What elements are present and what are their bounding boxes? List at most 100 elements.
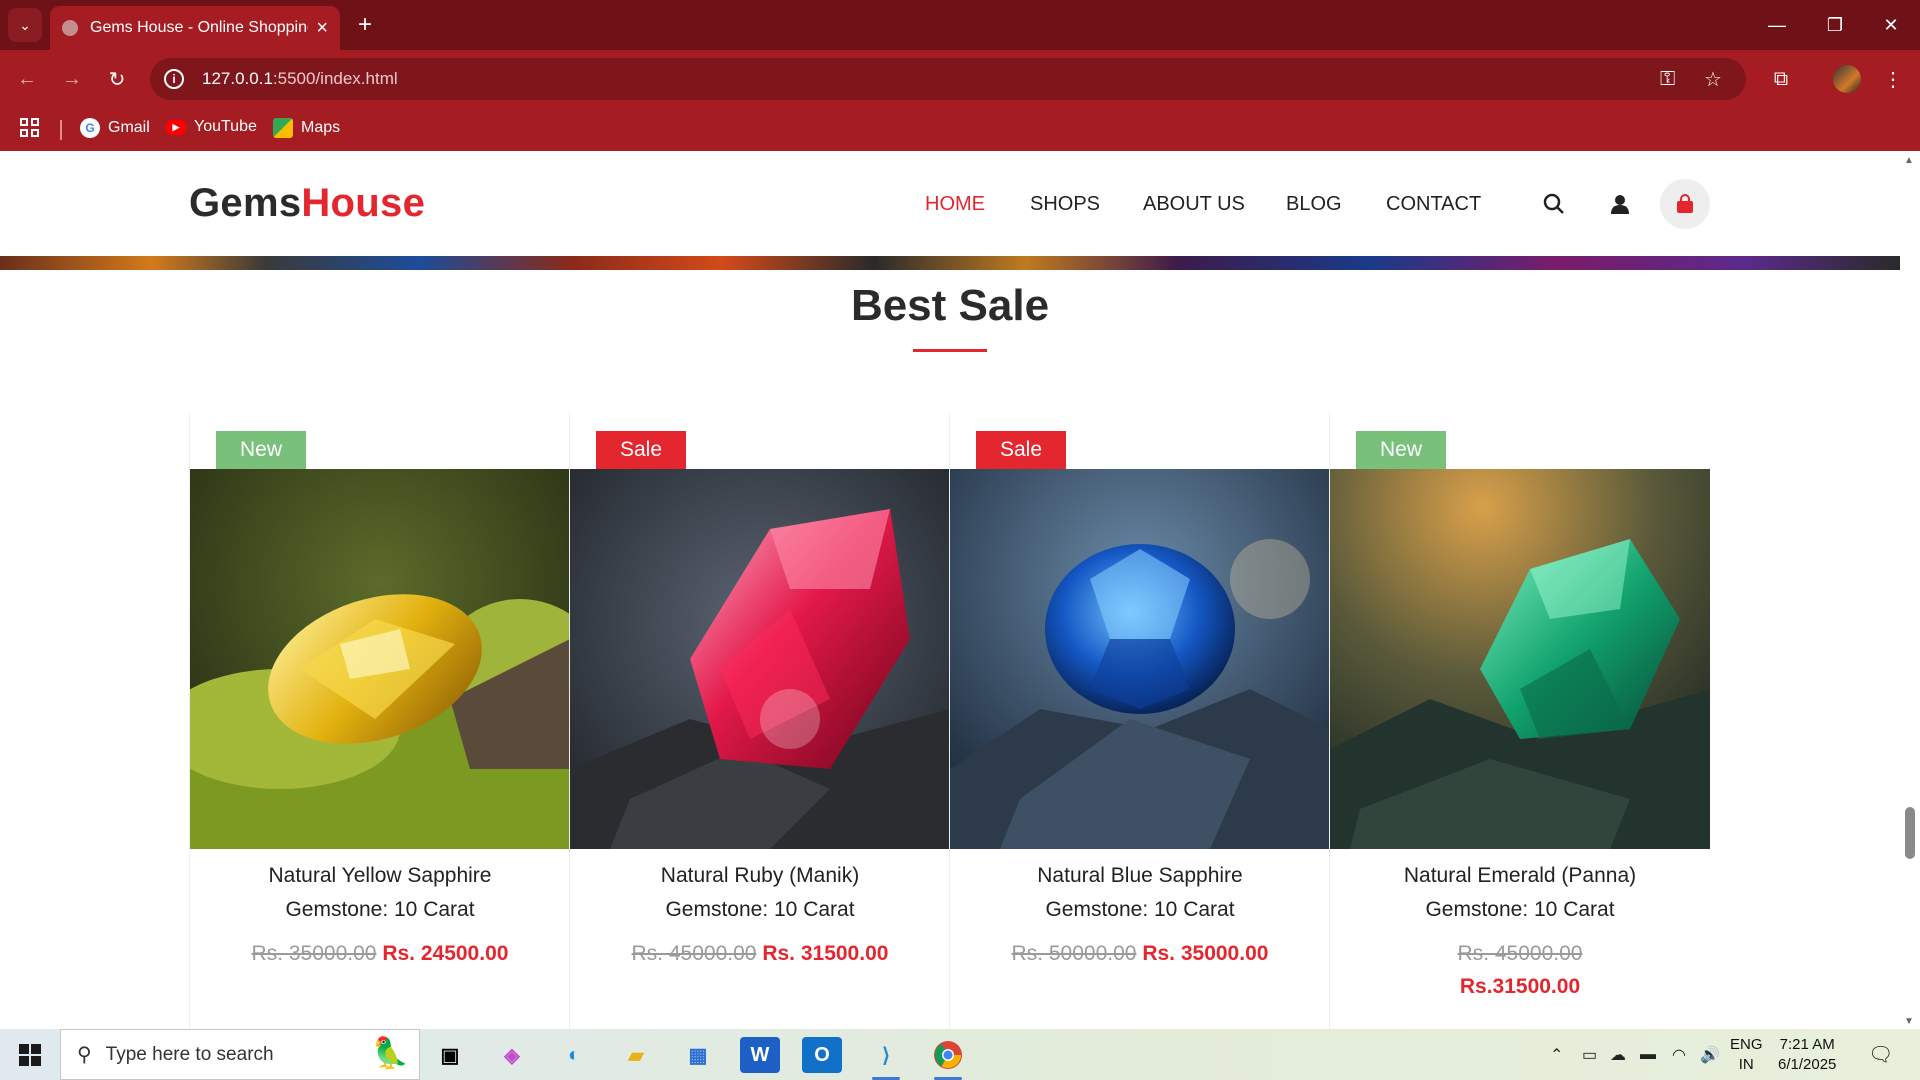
- notifications-icon[interactable]: 🗨: [1868, 1029, 1893, 1080]
- windows-logo-icon: [19, 1044, 41, 1066]
- hero-banner-strip: [0, 256, 1900, 270]
- bookmark-maps[interactable]: Maps: [273, 118, 340, 138]
- status-badge: Sale: [596, 431, 687, 469]
- tab-favicon-icon: [62, 20, 78, 36]
- bookmark-star-icon[interactable]: ☆: [1704, 58, 1722, 100]
- product-price: Rs. 50000.00 Rs. 35000.00: [990, 937, 1290, 970]
- search-icon[interactable]: [1529, 179, 1579, 229]
- restore-icon[interactable]: ❐: [1806, 0, 1864, 50]
- product-card[interactable]: New Natural Yellow Sapphire Gemstone: 10…: [189, 413, 570, 1029]
- product-price: Rs. 45000.00 Rs. 31500.00: [610, 937, 910, 970]
- bookmarks-bar: G Gmail ▶ YouTube Maps: [0, 108, 1920, 151]
- maps-icon: [273, 118, 293, 138]
- product-card[interactable]: Sale Natural Ruby (Manik) Gemstone: 10 C…: [569, 413, 950, 1029]
- clock[interactable]: 7:21 AM 6/1/2025: [1778, 1035, 1836, 1075]
- old-price: Rs. 35000.00: [251, 942, 377, 965]
- battery-icon[interactable]: ▬: [1640, 1029, 1656, 1080]
- start-button[interactable]: [10, 1039, 50, 1071]
- tab-close-icon[interactable]: ×: [316, 17, 328, 40]
- product-card[interactable]: Sale Natural Blue Sapphire Gemstone: 10 …: [949, 413, 1330, 1029]
- browser-toolbar: ← → ↻ i 127.0.0.1:5500/index.html ⚿ ☆ ⧉ …: [0, 50, 1920, 108]
- taskbar-search[interactable]: ⚲ Type here to search 🦜: [60, 1029, 420, 1080]
- scrollbar-thumb[interactable]: [1905, 807, 1915, 859]
- product-name: Natural Blue Sapphire Gemstone: 10 Carat: [1037, 864, 1243, 921]
- bookmarks-divider: [60, 120, 62, 140]
- new-tab-button[interactable]: +: [350, 10, 380, 40]
- page-scrollbar[interactable]: ▲ ▼: [1900, 151, 1920, 1029]
- meet-icon[interactable]: ▭: [1582, 1029, 1597, 1080]
- product-card[interactable]: New Natural Emerald (Panna) Gemstone: 10…: [1329, 413, 1710, 1029]
- nav-home[interactable]: HOME: [925, 193, 985, 216]
- store-icon[interactable]: ▦: [678, 1037, 718, 1073]
- product-image-emerald[interactable]: [1330, 469, 1710, 849]
- bookmark-label: YouTube: [194, 118, 257, 135]
- close-window-icon[interactable]: ✕: [1862, 0, 1920, 50]
- title-underline: [913, 349, 987, 352]
- product-image-yellow-sapphire[interactable]: [190, 469, 570, 849]
- profile-avatar[interactable]: [1830, 62, 1864, 96]
- youtube-icon: ▶: [166, 119, 186, 135]
- onedrive-icon[interactable]: ☁: [1610, 1029, 1626, 1080]
- status-badge: New: [216, 431, 307, 469]
- nav-shops[interactable]: SHOPS: [1030, 193, 1100, 216]
- old-price: Rs. 45000.00: [631, 942, 757, 965]
- new-price: Rs.31500.00: [1459, 975, 1581, 998]
- bookmark-label: Gmail: [108, 119, 150, 136]
- site-info-icon[interactable]: i: [164, 69, 184, 89]
- word-icon[interactable]: W: [740, 1037, 780, 1073]
- search-placeholder: Type here to search: [105, 1043, 274, 1065]
- nav-about-us[interactable]: ABOUT US: [1143, 193, 1245, 216]
- language-indicator[interactable]: ENG IN: [1730, 1035, 1763, 1075]
- nav-contact[interactable]: CONTACT: [1386, 193, 1481, 216]
- new-price: Rs. 35000.00: [1142, 942, 1269, 965]
- vscode-icon[interactable]: ⟩: [866, 1037, 906, 1080]
- google-icon: G: [80, 118, 100, 138]
- wifi-icon[interactable]: ◠: [1672, 1029, 1686, 1080]
- apps-grid-icon[interactable]: [20, 118, 39, 137]
- back-icon[interactable]: ←: [10, 62, 44, 96]
- site-logo[interactable]: GemsHouse: [189, 181, 425, 226]
- minimize-icon[interactable]: —: [1748, 0, 1806, 50]
- new-price: Rs. 31500.00: [762, 942, 889, 965]
- password-key-icon[interactable]: ⚿: [1660, 58, 1675, 100]
- url-path: :5500/index.html: [272, 69, 398, 88]
- shopping-bag-icon[interactable]: [1660, 179, 1710, 229]
- copilot-icon[interactable]: ◈: [492, 1037, 532, 1073]
- forward-icon[interactable]: →: [55, 62, 89, 96]
- windows-taskbar: ⚲ Type here to search 🦜 ▣ ◈ ◐ ▰ ▦ W O ⟩ …: [0, 1029, 1920, 1080]
- reload-icon[interactable]: ↻: [100, 62, 134, 96]
- volume-icon[interactable]: 🔊: [1700, 1029, 1720, 1080]
- file-explorer-icon[interactable]: ▰: [616, 1037, 656, 1073]
- user-account-icon[interactable]: [1595, 179, 1645, 229]
- browser-tab-bar: ⌄ Gems House - Online Shopping × + — ❐ ✕: [0, 0, 1920, 50]
- tab-search-dropdown-icon[interactable]: ⌄: [8, 8, 42, 42]
- address-bar[interactable]: i 127.0.0.1:5500/index.html ⚿ ☆: [150, 58, 1746, 100]
- bookmark-youtube[interactable]: ▶ YouTube: [166, 118, 257, 136]
- product-price: Rs. 45000.00 Rs.31500.00: [1370, 937, 1670, 1003]
- old-price: Rs. 45000.00: [1457, 942, 1583, 965]
- section-title: Best Sale: [850, 281, 1050, 330]
- web-page: GemsHouse HOME SHOPS ABOUT US BLOG CONTA…: [0, 151, 1900, 1029]
- task-view-icon[interactable]: ▣: [430, 1037, 470, 1073]
- edge-icon[interactable]: ◐: [554, 1037, 594, 1073]
- tray-chevron-icon[interactable]: ⌃: [1550, 1029, 1563, 1080]
- product-image-ruby[interactable]: [570, 469, 950, 849]
- scroll-up-icon[interactable]: ▲: [1904, 155, 1914, 166]
- product-image-blue-sapphire[interactable]: [950, 469, 1330, 849]
- browser-tab-active[interactable]: Gems House - Online Shopping ×: [50, 6, 340, 50]
- extensions-icon[interactable]: ⧉: [1764, 62, 1798, 96]
- status-badge: Sale: [976, 431, 1067, 469]
- scroll-down-icon[interactable]: ▼: [1904, 1016, 1914, 1027]
- chrome-icon[interactable]: [928, 1037, 968, 1080]
- browser-menu-icon[interactable]: ⋮: [1876, 62, 1910, 96]
- product-name: Natural Emerald (Panna) Gemstone: 10 Car…: [1403, 864, 1637, 921]
- tab-title: Gems House - Online Shopping: [90, 19, 309, 36]
- product-price: Rs. 35000.00 Rs. 24500.00: [230, 937, 530, 970]
- site-header: GemsHouse HOME SHOPS ABOUT US BLOG CONTA…: [0, 151, 1900, 256]
- bookmark-gmail[interactable]: G Gmail: [80, 118, 150, 138]
- old-price: Rs. 50000.00: [1011, 942, 1137, 965]
- nav-blog[interactable]: BLOG: [1286, 193, 1342, 216]
- outlook-icon[interactable]: O: [802, 1037, 842, 1073]
- parrots-icon: 🦜: [371, 1037, 409, 1070]
- product-name: Natural Ruby (Manik) Gemstone: 10 Carat: [660, 864, 860, 921]
